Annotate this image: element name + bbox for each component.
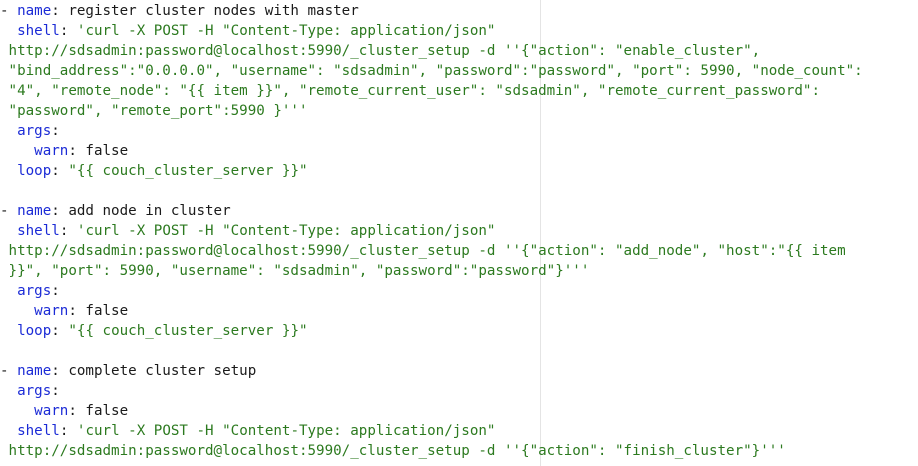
- code-line[interactable]: - name: complete cluster setup: [0, 361, 256, 381]
- yaml-key: warn: [34, 303, 69, 319]
- yaml-key: warn: [34, 403, 69, 419]
- yaml-key: name: [17, 203, 52, 219]
- yaml-key: args: [17, 283, 52, 299]
- yaml-string: "{{ couch_cluster_server }}": [68, 323, 308, 339]
- yaml-key: name: [17, 363, 52, 379]
- yaml-string: "4", "remote_node": "{{ item }}", "remot…: [0, 83, 820, 99]
- yaml-key: name: [17, 3, 52, 19]
- yaml-key: loop: [17, 323, 52, 339]
- code-text: : false: [68, 303, 129, 319]
- code-line[interactable]: "password", "remote_port":5990 }''': [0, 101, 308, 121]
- code-line[interactable]: shell: 'curl -X POST -H "Content-Type: a…: [0, 221, 495, 241]
- code-text: : false: [68, 403, 129, 419]
- yaml-string: http://sdsadmin:password@localhost:5990/…: [0, 443, 786, 459]
- code-line[interactable]: http://sdsadmin:password@localhost:5990/…: [0, 41, 761, 61]
- yaml-key: shell: [17, 423, 60, 439]
- yaml-string: "password", "remote_port":5990 }''': [0, 103, 308, 119]
- code-line[interactable]: loop: "{{ couch_cluster_server }}": [0, 321, 308, 341]
- yaml-key: loop: [17, 163, 52, 179]
- code-line[interactable]: shell: 'curl -X POST -H "Content-Type: a…: [0, 21, 495, 41]
- yaml-string: 'curl -X POST -H "Content-Type: applicat…: [76, 23, 496, 39]
- yaml-string: "{{ couch_cluster_server }}": [68, 163, 308, 179]
- yaml-string: http://sdsadmin:password@localhost:5990/…: [0, 243, 846, 259]
- code-line[interactable]: "bind_address":"0.0.0.0", "username": "s…: [0, 61, 863, 81]
- code-line[interactable]: http://sdsadmin:password@localhost:5990/…: [0, 441, 786, 461]
- code-line[interactable]: args:: [0, 381, 60, 401]
- code-line[interactable]: - name: add node in cluster: [0, 201, 231, 221]
- code-line[interactable]: warn: false: [0, 141, 128, 161]
- code-text: :: [51, 123, 60, 139]
- code-line[interactable]: args:: [0, 281, 60, 301]
- code-text: -: [0, 3, 18, 19]
- code-text: :: [51, 383, 60, 399]
- yaml-key: warn: [34, 143, 69, 159]
- code-text: : register cluster nodes with master: [51, 3, 359, 19]
- code-text: : add node in cluster: [51, 203, 231, 219]
- yaml-string: }}", "port": 5990, "username": "sdsadmin…: [0, 263, 590, 279]
- code-text: :: [59, 223, 77, 239]
- code-text: :: [59, 423, 77, 439]
- yaml-string: 'curl -X POST -H "Content-Type: applicat…: [76, 223, 496, 239]
- code-line[interactable]: shell: 'curl -X POST -H "Content-Type: a…: [0, 421, 495, 441]
- code-line[interactable]: - name: register cluster nodes with mast…: [0, 1, 359, 21]
- code-text: :: [59, 23, 77, 39]
- code-text: -: [0, 203, 18, 219]
- code-line[interactable]: warn: false: [0, 301, 128, 321]
- yaml-string: 'curl -X POST -H "Content-Type: applicat…: [76, 423, 496, 439]
- yaml-key: args: [17, 383, 52, 399]
- code-text: -: [0, 363, 18, 379]
- code-line[interactable]: args:: [0, 121, 60, 141]
- code-line[interactable]: }}", "port": 5990, "username": "sdsadmin…: [0, 261, 590, 281]
- yaml-string: "bind_address":"0.0.0.0", "username": "s…: [0, 63, 863, 79]
- code-text: : complete cluster setup: [51, 363, 257, 379]
- yaml-string: http://sdsadmin:password@localhost:5990/…: [0, 43, 761, 59]
- code-line[interactable]: warn: false: [0, 401, 128, 421]
- code-text: :: [51, 283, 60, 299]
- yaml-key: shell: [17, 23, 60, 39]
- yaml-key: shell: [17, 223, 60, 239]
- code-line[interactable]: http://sdsadmin:password@localhost:5990/…: [0, 241, 846, 261]
- code-editor[interactable]: - name: register cluster nodes with mast…: [0, 0, 918, 466]
- code-line[interactable]: "4", "remote_node": "{{ item }}", "remot…: [0, 81, 820, 101]
- code-text: :: [51, 163, 69, 179]
- code-line[interactable]: loop: "{{ couch_cluster_server }}": [0, 161, 308, 181]
- code-text: : false: [68, 143, 129, 159]
- yaml-key: args: [17, 123, 52, 139]
- code-text: :: [51, 323, 69, 339]
